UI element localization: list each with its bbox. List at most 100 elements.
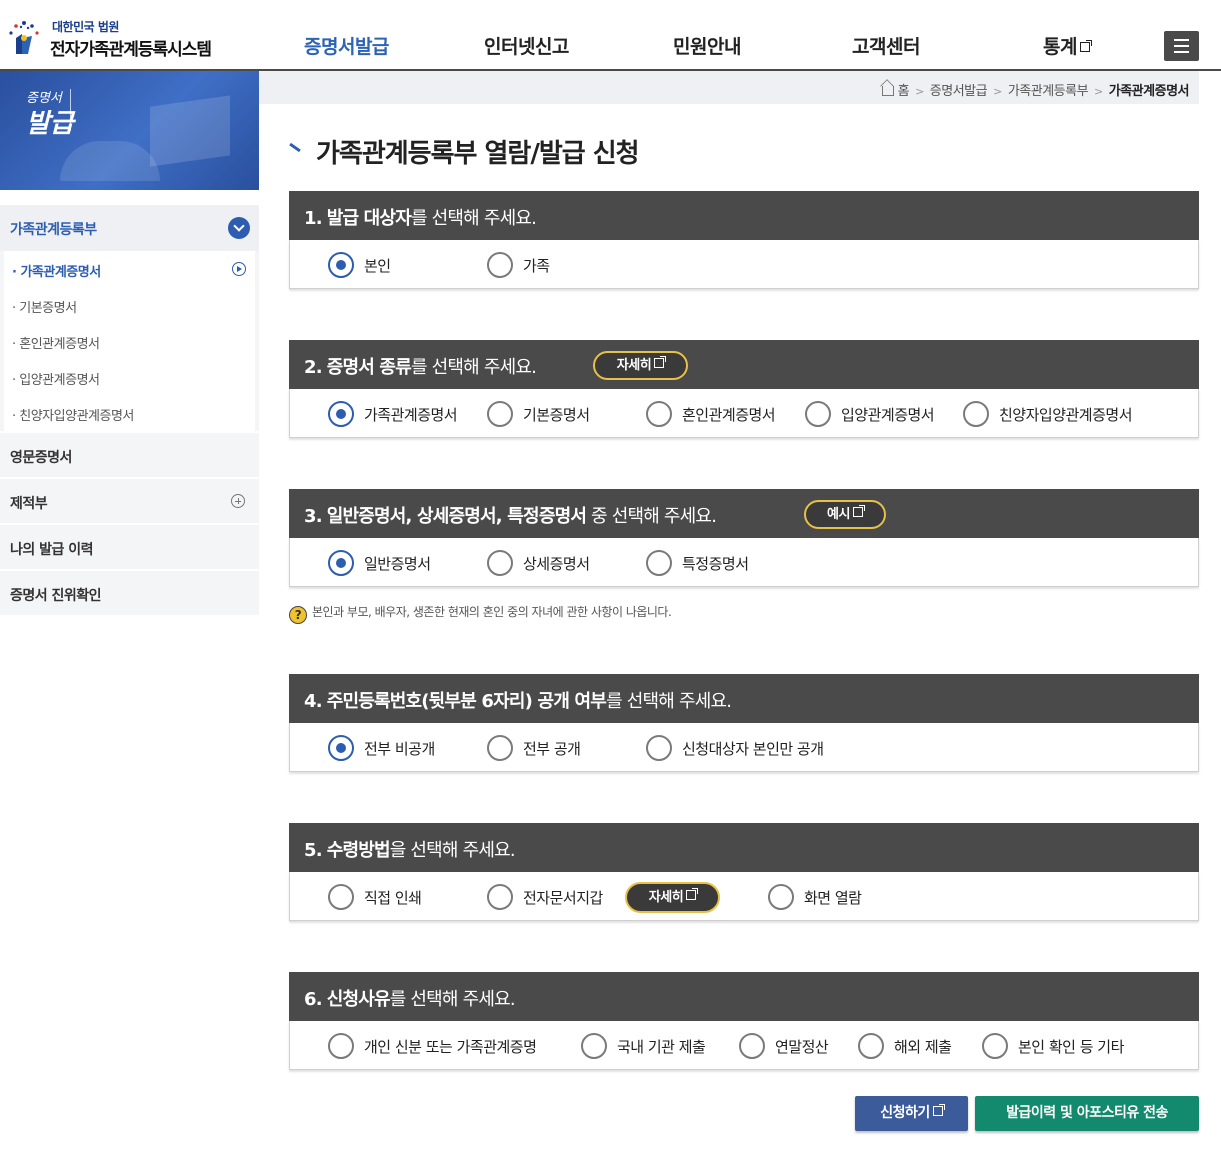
breadcrumb: 홈 > 증명서발급 > 가족관계등록부 > 가족관계증명서 <box>881 80 1190 99</box>
radio-label: 연말정산 <box>775 1038 829 1056</box>
hamburger-icon-bar <box>1174 39 1189 41</box>
sidebar-item-label: 영문증명서 <box>10 450 72 466</box>
chevron-right-icon: > <box>993 85 1002 98</box>
radio-button[interactable] <box>581 1033 607 1059</box>
sidebar-sub-full-adoption-cert[interactable]: · 친양자입양관계증명서 <box>4 395 255 431</box>
page-title: 가족관계등록부 열람/발급 신청 <box>316 139 640 169</box>
radio-button[interactable] <box>487 550 513 576</box>
radio-button[interactable] <box>982 1033 1008 1059</box>
sidebar-item-family-register[interactable]: 가족관계등록부 <box>0 205 259 251</box>
sidebar-item-label: 증명서 진위확인 <box>10 588 102 604</box>
radio-button[interactable] <box>328 1033 354 1059</box>
radio-label: 화면 열람 <box>804 889 862 907</box>
nav-civil-guide[interactable]: 민원안내 <box>673 32 741 59</box>
radio-label: 특정증명서 <box>682 555 749 573</box>
sidebar-sub-label: · 혼인관계증명서 <box>12 337 100 352</box>
radio-button[interactable] <box>487 252 513 278</box>
section-options: 가족관계증명서 기본증명서 혼인관계증명서 입양관계증명서 친양자입양관계증명서 <box>289 389 1199 438</box>
radio-button[interactable] <box>963 401 989 427</box>
breadcrumb-item[interactable]: 증명서발급 <box>930 84 988 99</box>
banner-divider <box>70 89 71 131</box>
sidebar-banner: 증명서 발급 <box>0 71 259 190</box>
section-receive-method: 5. 수령방법을 선택해 주세요. 직접 인쇄 전자문서지갑 자세히 화면 열람 <box>289 823 1199 921</box>
radio-button-checked[interactable] <box>328 401 354 427</box>
apply-button[interactable]: 신청하기 <box>855 1096 968 1131</box>
chevron-right-icon: > <box>1094 85 1103 98</box>
section-header: 3. 일반증명서, 상세증명서, 특정증명서 중 선택해 주세요. 예시 <box>289 489 1199 538</box>
breadcrumb-home[interactable]: 홈 <box>898 84 910 99</box>
sidebar-menu: 가족관계등록부 · 가족관계증명서 · 기본증명서 · 혼인관계증명서 · 입양… <box>0 205 259 615</box>
section-cert-type: 2. 증명서 종류를 선택해 주세요. 자세히 가족관계증명서 기본증명서 혼인… <box>289 340 1199 438</box>
radio-button[interactable] <box>487 735 513 761</box>
banner-big-text: 발급 <box>26 109 74 139</box>
radio-button[interactable] <box>487 401 513 427</box>
chevron-down-icon[interactable] <box>228 217 250 239</box>
play-arrow-icon <box>232 262 246 276</box>
sidebar-head-label: 가족관계등록부 <box>10 222 97 238</box>
radio-label: 본인 확인 등 기타 <box>1018 1038 1124 1056</box>
radio-button[interactable] <box>646 550 672 576</box>
radio-button-checked[interactable] <box>328 550 354 576</box>
hamburger-icon-bar <box>1174 51 1189 53</box>
radio-label: 일반증명서 <box>364 555 431 573</box>
radio-button[interactable] <box>768 884 794 910</box>
radio-label: 본인 <box>364 257 391 275</box>
breadcrumb-item[interactable]: 가족관계등록부 <box>1008 84 1089 99</box>
radio-label: 전부 공개 <box>523 740 581 758</box>
external-link-icon <box>686 888 699 900</box>
section-applicant: 1. 발급 대상자를 선택해 주세요. 본인 가족 <box>289 191 1199 289</box>
sidebar-item-english-cert[interactable]: 영문증명서 <box>0 431 259 477</box>
title-accent-mark <box>289 142 301 153</box>
sidebar-sub-label: · 기본증명서 <box>12 301 77 316</box>
site-logo[interactable]: 대한민국 법원 전자가족관계등록시스템 <box>2 14 232 60</box>
all-menu-button[interactable] <box>1164 31 1199 61</box>
radio-button[interactable] <box>646 735 672 761</box>
radio-button[interactable] <box>739 1033 765 1059</box>
section-title: 4. 주민등록번호(뒷부분 6자리) 공개 여부를 선택해 주세요. <box>304 691 732 712</box>
section-header: 2. 증명서 종류를 선택해 주세요. 자세히 <box>289 340 1199 389</box>
radio-label: 해외 제출 <box>894 1038 952 1056</box>
sidebar-item-removed-register[interactable]: 제적부 <box>0 477 259 523</box>
radio-label: 상세증명서 <box>523 555 590 573</box>
radio-button[interactable] <box>646 401 672 427</box>
breadcrumb-bar: 홈 > 증명서발급 > 가족관계등록부 > 가족관계증명서 <box>259 71 1199 104</box>
sidebar-item-issue-history[interactable]: 나의 발급 이력 <box>0 523 259 569</box>
example-button[interactable]: 예시 <box>804 500 886 529</box>
external-link-icon <box>654 356 667 368</box>
section-title: 3. 일반증명서, 상세증명서, 특정증명서 중 선택해 주세요. <box>304 506 717 527</box>
radio-label: 가족관계증명서 <box>364 406 458 424</box>
home-icon <box>881 86 894 96</box>
sidebar-item-verify[interactable]: 증명서 진위확인 <box>0 569 259 615</box>
sidebar-sub-family-cert[interactable]: · 가족관계증명서 <box>4 251 255 287</box>
nav-statistics[interactable]: 통계 <box>1043 32 1092 59</box>
sidebar-item-label: 나의 발급 이력 <box>10 542 94 558</box>
chevron-right-icon: > <box>915 85 924 98</box>
section-title: 5. 수령방법을 선택해 주세요. <box>304 840 516 861</box>
radio-button-checked[interactable] <box>328 735 354 761</box>
radio-button[interactable] <box>487 884 513 910</box>
help-note: ? 본인과 부모, 배우자, 생존한 현재의 혼인 중의 자녀에 관한 사항이 나… <box>289 603 672 624</box>
nav-internet-report[interactable]: 인터넷신고 <box>484 32 569 59</box>
nav-customer-center[interactable]: 고객센터 <box>852 32 920 59</box>
plus-circle-icon[interactable] <box>231 494 245 508</box>
details-button[interactable]: 자세히 <box>593 351 688 380</box>
radio-label: 입양관계증명서 <box>841 406 935 424</box>
send-history-apostille-button[interactable]: 발급이력 및 아포스티유 전송 <box>975 1096 1199 1131</box>
radio-button[interactable] <box>858 1033 884 1059</box>
nav-certificate-issue[interactable]: 증명서발급 <box>304 32 389 59</box>
sidebar-sub-adoption-cert[interactable]: · 입양관계증명서 <box>4 359 255 395</box>
radio-label: 전부 비공개 <box>364 740 435 758</box>
sidebar-sub-marriage-cert[interactable]: · 혼인관계증명서 <box>4 323 255 359</box>
sidebar-sub-label: · 가족관계증명서 <box>12 265 101 280</box>
court-emblem-icon <box>9 21 39 54</box>
sidebar-sub-basic-cert[interactable]: · 기본증명서 <box>4 287 255 323</box>
banner-decoration <box>60 141 160 181</box>
radio-label: 가족 <box>523 257 550 275</box>
radio-label: 전자문서지갑 <box>523 889 603 907</box>
e-wallet-details-button[interactable]: 자세히 <box>625 882 720 913</box>
radio-button[interactable] <box>328 884 354 910</box>
radio-button[interactable] <box>805 401 831 427</box>
radio-label: 혼인관계증명서 <box>682 406 776 424</box>
section-options: 개인 신분 또는 가족관계증명 국내 기관 제출 연말정산 해외 제출 본인 확… <box>289 1021 1199 1070</box>
radio-button-checked[interactable] <box>328 252 354 278</box>
